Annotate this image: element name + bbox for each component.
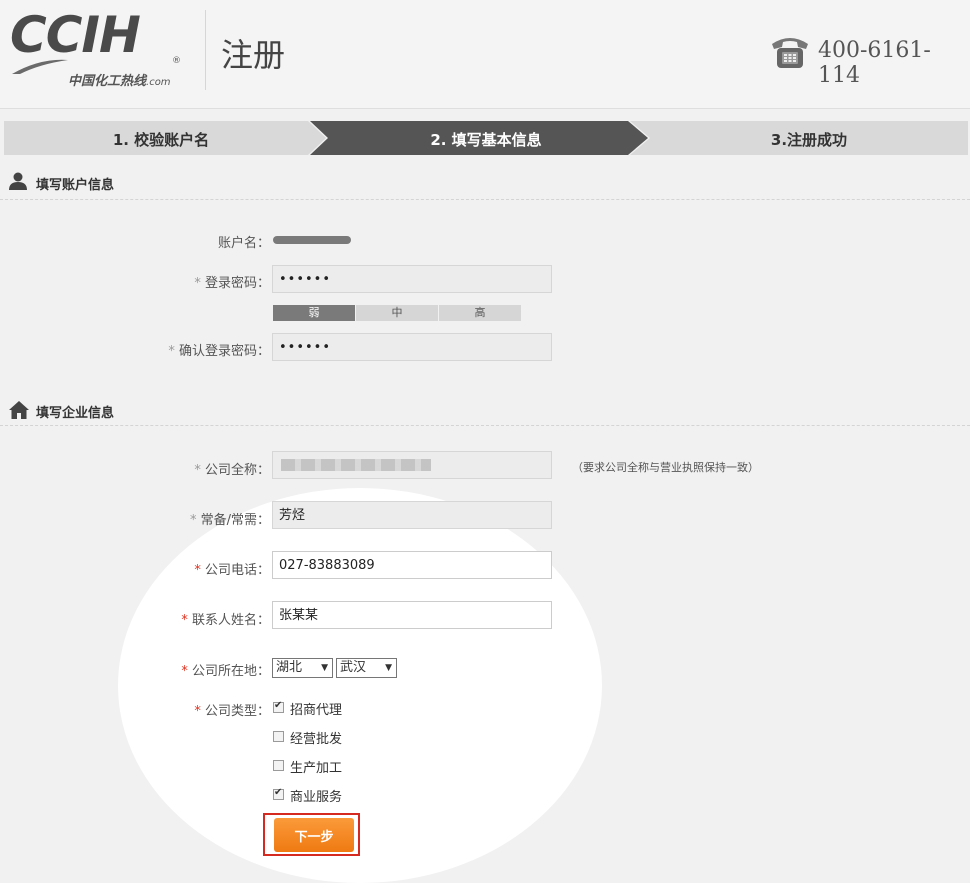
logo-sub-text: 中国化工热线 [68,74,147,89]
home-icon [9,401,29,419]
province-select[interactable]: 湖北 ▼ [272,658,333,678]
confirm-password-label: * 确认登录密码： [168,340,270,359]
company-phone-label-text: 公司电话： [204,563,270,578]
step-3-label: 3.注册成功 [770,131,848,149]
type-agency-label[interactable]: 招商代理 [290,699,342,718]
username-masked [273,236,351,244]
spotlight-highlight [118,488,602,883]
required-mark: * [189,513,197,528]
type-manufacturing-label[interactable]: 生产加工 [290,757,342,776]
logo-main-text: CCIH [10,6,141,64]
page-header: CCIH ® 中国化工热线.com 注册 400-6161-114 [0,0,970,109]
type-manufacturing-checkbox[interactable] [273,760,284,771]
account-section-title: 填写账户信息 [36,178,115,193]
next-step-button[interactable]: 下一步 [274,818,354,852]
step-1-label: 1. 校验账户名 [112,131,210,149]
required-mark: * [194,563,201,578]
company-phone-value: 027-83883089 [279,558,375,573]
user-icon [9,172,27,190]
product-label: * 常备/常需： [190,509,270,528]
password-value: •••••• [279,272,332,287]
username-label-text: 账户名： [217,236,270,251]
location-label-text: 公司所在地： [191,664,270,679]
contact-name-input[interactable]: 张某某 [272,601,552,629]
company-name-hint: （要求公司全称与营业执照保持一致） [572,461,759,474]
confirm-password-input[interactable]: •••••• [272,333,552,361]
product-label-text: 常备/常需： [200,513,270,528]
logo-registered-mark: ® [172,56,181,66]
company-name-masked [281,459,431,471]
company-section-title: 填写企业信息 [36,406,115,421]
product-value: 芳烃 [279,508,306,523]
account-section-divider [0,199,970,200]
registration-steps: 1. 校验账户名 2. 填写基本信息 3.注册成功 [4,121,968,155]
confirm-password-value: •••••• [279,340,332,355]
required-mark: * [194,276,201,291]
company-phone-input[interactable]: 027-83883089 [272,551,552,579]
hotline-number: 400-6161-114 [818,38,931,88]
province-value: 湖北 [276,660,303,675]
company-name-label-text: 公司全称： [204,463,270,478]
logo-domain: .com [146,77,171,88]
city-value: 武汉 [340,660,367,675]
header-divider [205,10,206,90]
required-mark: * [194,463,201,478]
required-mark: * [194,704,201,719]
product-input[interactable]: 芳烃 [272,501,552,529]
dropdown-arrow-icon: ▼ [321,663,328,673]
password-input[interactable]: •••••• [272,265,552,293]
required-mark: * [181,613,188,628]
type-services-checkbox[interactable] [273,787,284,800]
company-section-divider [0,425,970,426]
strength-strong: 高 [439,305,521,321]
password-label-text: 登录密码： [204,276,270,291]
company-name-label: * 公司全称： [194,459,270,478]
location-label: * 公司所在地： [181,660,270,679]
strength-medium: 中 [356,305,438,321]
ccih-logo[interactable]: CCIH ® 中国化工热线.com [10,6,190,94]
company-type-label-text: 公司类型： [204,704,270,719]
type-services-label[interactable]: 商业服务 [290,786,342,805]
step-2-label: 2. 填写基本信息 [430,131,542,149]
type-wholesale-label[interactable]: 经营批发 [290,728,342,747]
company-type-label: * 公司类型： [194,700,270,719]
contact-name-label: * 联系人姓名： [181,609,270,628]
telephone-icon [772,38,808,68]
contact-name-value: 张某某 [279,608,319,623]
company-name-input[interactable] [272,451,552,479]
strength-weak: 弱 [273,305,355,321]
dropdown-arrow-icon: ▼ [385,663,392,673]
contact-name-label-text: 联系人姓名： [191,613,270,628]
company-phone-label: * 公司电话： [194,559,270,578]
required-mark: * [168,344,175,359]
confirm-label-text: 确认登录密码： [178,344,270,359]
required-mark: * [181,664,188,679]
username-label: 账户名： [218,232,270,251]
logo-subtitle: 中国化工热线.com [68,70,171,89]
page-title: 注册 [221,36,286,74]
password-label: * 登录密码： [194,272,270,291]
type-agency-checkbox[interactable] [273,700,284,713]
type-wholesale-checkbox[interactable] [273,731,284,742]
city-select[interactable]: 武汉 ▼ [336,658,397,678]
